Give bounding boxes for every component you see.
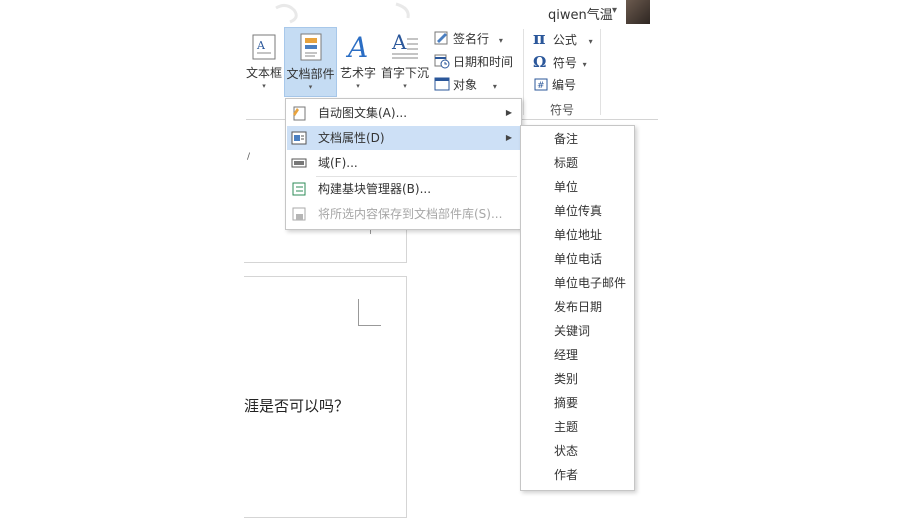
svg-text:A: A [391,31,407,54]
submenu-arrow-icon: ▶ [505,108,512,117]
menu-item-save-selection-to-gallery: 将所选内容保存到文档部件库(S)... [287,202,520,226]
drop-cap-dropdown-icon: ▾ [403,82,407,90]
number-icon: # [534,78,548,91]
drop-cap-button[interactable]: A 首字下沉 ▾ [380,27,430,93]
signature-line-button[interactable]: 签名行 ▾ [434,29,503,49]
symbol-label: 符号 [552,56,577,70]
submenu-item[interactable]: 备注 [521,127,634,151]
omega-icon: Ω [533,53,547,71]
signature-label: 签名行 [453,32,490,46]
symbol-button[interactable]: Ω 符号 ▾ [533,52,587,72]
wordart-icon: A [345,31,368,61]
user-name[interactable]: qiwen气温 [548,4,613,23]
document-page-2[interactable]: 涯是否可以吗？ [244,276,407,518]
avatar[interactable] [626,0,650,24]
drop-cap-label: 首字下沉 [380,66,429,80]
quick-parts-dropdown-icon: ▾ [308,83,313,91]
object-button[interactable]: 对象 ▾ [434,75,497,95]
cursor-mark: / [247,152,251,162]
group-separator [523,29,524,115]
calendar-clock-icon [434,54,450,69]
object-dropdown-icon: ▾ [492,82,497,91]
signature-icon [434,31,448,45]
submenu-item[interactable]: 主题 [521,415,634,439]
margin-corner-mark [358,299,381,326]
submenu-item[interactable]: 单位电话 [521,247,634,271]
menu-item-building-blocks-label: 构建基块管理器(B)... [318,182,432,196]
submenu-item[interactable]: 经理 [521,343,634,367]
save-to-gallery-icon [292,207,306,221]
textbox-button[interactable]: A 文本框 ▾ [246,27,282,93]
date-time-label: 日期和时间 [453,55,514,69]
submenu-item[interactable]: 状态 [521,439,634,463]
textbox-icon: A [252,34,276,60]
submenu-item[interactable]: 摘要 [521,391,634,415]
number-button[interactable]: # 编号 [533,75,576,95]
wordart-label: 艺术字 [339,66,376,80]
menu-item-save-selection-label: 将所选内容保存到文档部件库(S)... [318,207,503,221]
group-label-symbols: 符号 [550,103,575,117]
document-property-icon [291,131,307,145]
menu-item-field-label: 域(F)... [318,156,358,170]
object-label: 对象 [453,78,478,92]
quick-parts-icon [300,33,322,61]
menu-item-autotext[interactable]: 自动图文集(A)... ▶ [287,101,520,125]
drop-cap-icon: A [391,31,418,59]
user-dropdown-icon[interactable]: ▾ [612,5,617,16]
group-separator-right [600,29,601,115]
field-icon [291,158,307,168]
quick-parts-label: 文档部件 [286,67,335,81]
submenu-item[interactable]: 标题 [521,151,634,175]
document-text[interactable]: 涯是否可以吗？ [244,395,349,416]
quick-parts-menu: 自动图文集(A)... ▶ 文档属性(D) ▶ 域(F)... 构建基块管理器(… [285,98,522,230]
equation-label: 公式 [552,33,577,47]
menu-item-document-property[interactable]: 文档属性(D) ▶ [287,126,520,150]
textbox-dropdown-icon: ▾ [262,82,266,90]
submenu-item[interactable]: 单位传真 [521,199,634,223]
symbol-dropdown-icon: ▾ [582,60,587,69]
submenu-item[interactable]: 单位 [521,175,634,199]
submenu-arrow-icon: ▶ [505,133,512,142]
user-account[interactable]: qiwen气温 ▾ [546,0,656,24]
wordart-button[interactable]: A 艺术字 ▾ [338,27,378,93]
object-icon [434,77,450,91]
menu-item-document-property-label: 文档属性(D) [318,131,385,145]
menu-item-autotext-label: 自动图文集(A)... [318,106,408,120]
date-time-button[interactable]: 日期和时间 [434,52,513,72]
submenu-item[interactable]: 单位地址 [521,223,634,247]
submenu-item[interactable]: 单位电子邮件 [521,271,634,295]
autotext-icon [293,106,306,121]
building-blocks-icon [292,182,306,196]
textbox-label: 文本框 [246,66,283,80]
svg-text:#: # [537,81,545,91]
signature-dropdown-icon: ▾ [498,36,503,45]
equation-button[interactable]: π 公式 ▾ [533,29,593,49]
submenu-item[interactable]: 类别 [521,367,634,391]
document-property-submenu: 备注 标题 单位 单位传真 单位地址 单位电话 单位电子邮件 发布日期 关键词 … [520,125,635,491]
submenu-item[interactable]: 发布日期 [521,295,634,319]
number-label: 编号 [552,78,577,92]
pi-icon: π [533,29,546,49]
svg-text:A: A [256,39,266,52]
quick-parts-button[interactable]: 文档部件 ▾ [284,27,337,97]
submenu-item[interactable]: 关键词 [521,319,634,343]
equation-dropdown-icon: ▾ [588,37,593,46]
svg-text:A: A [345,31,368,61]
submenu-item[interactable]: 作者 [521,463,634,487]
menu-item-field[interactable]: 域(F)... [287,151,520,175]
menu-item-building-blocks-organizer[interactable]: 构建基块管理器(B)... [287,177,520,201]
wordart-dropdown-icon: ▾ [356,82,360,90]
